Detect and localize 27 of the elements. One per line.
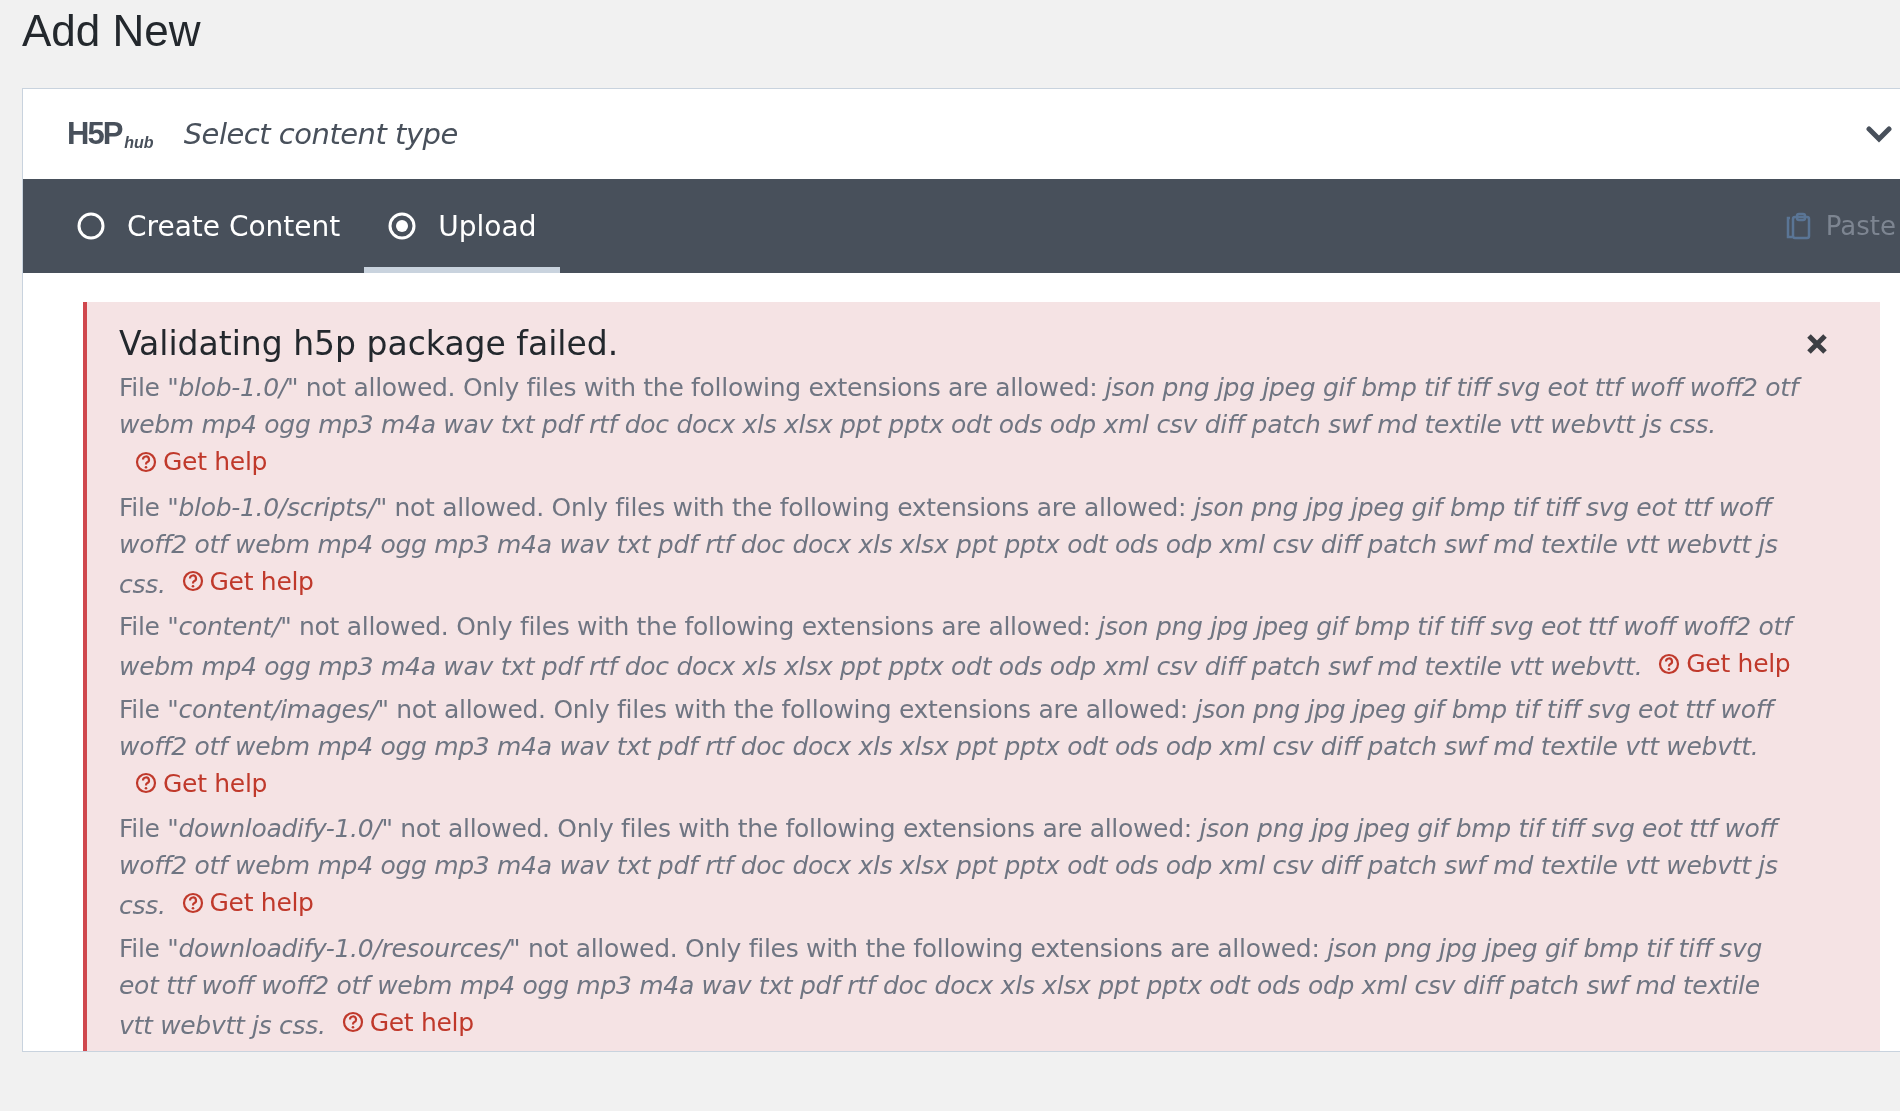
help-icon [135,450,157,473]
error-message: File "blob-1.0/scripts/" not allowed. Only files with the following extensions are allowed: json png jpg jpeg gif bmp tif tiff svg eot ttf woff woff2 otf webm mp4 ogg mp3 m4a wav txt pdf rtf doc docx xls xlsx ppt pptx odt ods odp xml csv diff patch swf md textile vtt webvtt js css. Get help [119,491,1779,602]
chevron-down-icon[interactable] [1866,125,1892,143]
error-message: File "downloadify-1.0/" not allowed. Only files with the following extensions are allowed: json png jpg jpeg gif bmp tif tiff svg eot ttf woff woff2 otf webm mp4 ogg mp3 m4a wav txt pdf rtf doc docx xls xlsx ppt pptx odt ods odp xml csv diff patch swf md textile vtt webvtt js css. Get help [119,813,1781,923]
clipboard-icon [1785,212,1812,240]
get-help-link[interactable]: Get help [181,562,314,600]
radio-icon [77,212,105,240]
error-message: File "blob-1.0/" not allowed. Only files with the following extensions are allowed: json png jpg jpeg gif bmp tif tiff svg eot ttf woff woff2 otf webm mp4 ogg mp3 m4a wav txt pdf rtf doc docx xls xlsx ppt pptx odt ods odp xml csv diff patch swf md textile vtt webvtt js css. Get help [119,369,1880,483]
get-help-link[interactable]: Get help [341,1003,474,1041]
select-content-type-label: Select content type [183,117,458,151]
help-icon [341,1011,364,1033]
error-message: File "downloadify-1.0/resources/" not allowed. Only files with the following extensions are allowed: json png jpg jpeg gif bmp tif tiff svg eot ttf woff woff2 otf webm mp4 ogg mp3 m4a wav txt pdf rtf doc docx xls xlsx ppt pptx odt ods odp xml csv diff patch swf md textile vtt webvtt js css. Get help [119,932,1764,1043]
tab[interactable]: Create Content [53,179,365,273]
help-icon [181,891,204,914]
get-help-link[interactable]: Get help [135,443,268,480]
tab[interactable]: Upload [364,179,561,273]
get-help-link[interactable]: Get help [135,764,268,802]
get-help-link[interactable]: Get help [181,884,314,921]
help-icon [1658,652,1681,675]
error-message: File "content/" not allowed. Only files with the following extensions are allowed: json png jpg jpeg gif bmp tif tiff svg eot ttf woff woff2 otf webm mp4 ogg mp3 m4a wav txt pdf rtf doc docx xls xlsx ppt pptx odt ods odp xml csv diff patch swf md textile vtt webvtt. Get help [119,608,1880,685]
error-title: Validating h5p package failed. [119,324,619,363]
error-message: File "content/images/" not allowed. Only files with the following extensions are allowed: json png jpg jpeg gif bmp tif tiff svg eot ttf woff woff2 otf webm mp4 ogg mp3 m4a wav txt pdf rtf doc docx xls xlsx ppt pptx odt ods odp xml csv diff patch swf md textile vtt webvtt. Get help [119,690,1880,804]
get-help-link[interactable]: Get help [1658,645,1791,682]
help-icon [135,772,157,794]
page-title: Add New [22,5,201,57]
radio-selected-icon [388,212,417,240]
help-icon [181,570,204,592]
